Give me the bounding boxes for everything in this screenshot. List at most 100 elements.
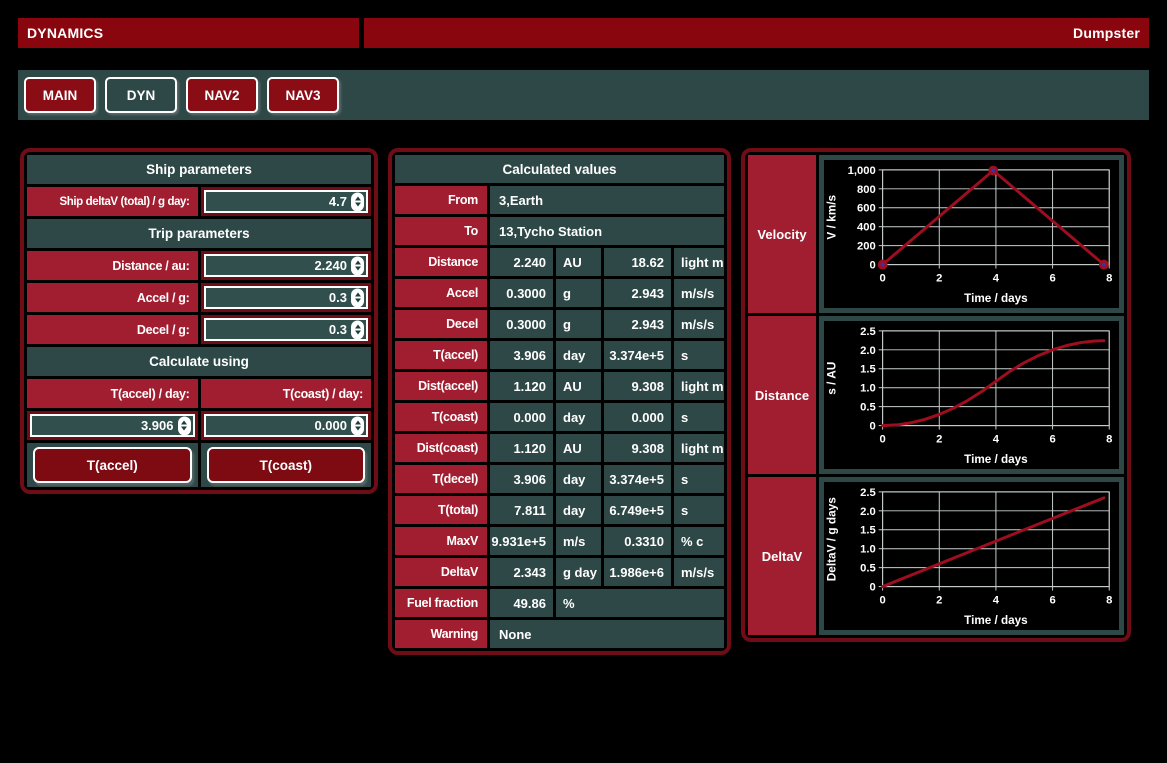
calc-cell: day [556,341,601,369]
decel-cell: 0.3 [201,315,372,344]
table-row: Accel0.3000g2.943m/s/s [395,279,724,307]
table-row: T(coast)0.000day0.000s [395,403,724,431]
svg-text:6: 6 [1049,594,1055,606]
spinner-icon[interactable] [351,288,364,307]
calc-cell: % c [674,527,724,555]
svg-text:6: 6 [1049,272,1055,284]
table-row: T(total)7.811day6.749e+5s [395,496,724,524]
tab-nav3[interactable]: NAV3 [267,77,339,113]
deltav-chart-cell: 0246800.51.01.52.02.5Time / daysDeltaV /… [819,477,1124,635]
taccel-button[interactable]: T(accel) [33,447,192,483]
calc-cell: 2.240 [490,248,553,276]
tab-nav2[interactable]: NAV2 [186,77,258,113]
svg-text:0: 0 [870,259,876,271]
distance-chart-cell: 0246800.51.01.52.02.5Time / dayss / AU [819,316,1124,474]
tcoast-value: 0.000 [314,418,347,433]
accel-input[interactable]: 0.3 [204,286,369,309]
calc-row-label: Dist(coast) [395,434,487,462]
calc-cell: g [556,310,601,338]
calc-cell: % [556,589,724,617]
svg-text:200: 200 [857,241,876,253]
calc-cell: 3.374e+5 [604,465,671,493]
tab-main[interactable]: MAIN [24,77,96,113]
calc-row-label: Dist(accel) [395,372,487,400]
svg-text:0: 0 [879,594,885,606]
spinner-icon[interactable] [351,320,364,339]
calc-row-label: T(decel) [395,465,487,493]
spinner-icon[interactable] [351,256,364,275]
distance-value: 2.240 [314,258,347,273]
calc-row-label: T(accel) [395,341,487,369]
charts-panel: Velocity0246802004006008001,000Time / da… [741,148,1131,642]
svg-text:2.5: 2.5 [860,326,876,338]
table-row: T(decel)3.906day3.374e+5s [395,465,724,493]
calc-cell: light min [674,372,724,400]
taccel-cell: 3.906 [27,411,198,440]
calc-cell: 6.749e+5 [604,496,671,524]
calc-cell: 3,Earth [490,186,724,214]
main-area: Ship parameters Ship deltaV (total) / g … [20,148,1149,655]
svg-text:600: 600 [857,203,876,215]
svg-text:6: 6 [1049,433,1055,445]
ship-parameters-header: Ship parameters [27,155,371,184]
svg-text:DeltaV / g days: DeltaV / g days [826,497,839,582]
calc-cell: 9.308 [604,434,671,462]
calculate-using-header: Calculate using [27,347,371,376]
calc-cell: m/s/s [674,558,724,586]
calc-cell: 0.000 [604,403,671,431]
table-row: DeltaV2.343g day1.986e+6m/s/s [395,558,724,586]
ship-deltav-input[interactable]: 4.7 [204,190,369,213]
table-row: To13,Tycho Station [395,217,724,245]
distance-input[interactable]: 2.240 [204,254,369,277]
ship-name: Dumpster [364,18,1149,48]
calc-cell: 7.811 [490,496,553,524]
calc-cell: 0.000 [490,403,553,431]
distance-chart-row: Distance0246800.51.01.52.02.5Time / days… [748,316,1124,474]
calc-cell: day [556,496,601,524]
calc-cell: 0.3000 [490,279,553,307]
tcoast-button[interactable]: T(coast) [207,447,366,483]
svg-text:0.5: 0.5 [860,563,876,575]
calc-cell: s [674,403,724,431]
calc-row-label: DeltaV [395,558,487,586]
tab-dyn[interactable]: DYN [105,77,177,113]
calc-cell: 9.308 [604,372,671,400]
tab-bar: MAINDYNNAV2NAV3 [18,70,1149,120]
svg-text:4: 4 [993,433,1000,445]
calc-row-label: Decel [395,310,487,338]
spinner-icon[interactable] [351,192,364,211]
svg-text:Time / days: Time / days [964,453,1028,466]
svg-text:400: 400 [857,222,876,234]
svg-text:2.0: 2.0 [860,345,876,357]
accel-value: 0.3 [329,290,347,305]
table-row: From3,Earth [395,186,724,214]
table-row: Distance2.240AU18.62light min [395,248,724,276]
calc-cell: light min [674,248,724,276]
spinner-icon[interactable] [351,416,364,435]
chart-row-label: DeltaV [748,477,816,635]
calculated-values-header: Calculated values [395,155,724,183]
calc-cell: day [556,465,601,493]
calc-cell: None [490,620,724,648]
calc-cell: m/s [556,527,601,555]
svg-text:1.5: 1.5 [860,525,876,537]
ship-deltav-value: 4.7 [329,194,347,209]
ship-parameters-panel: Ship parameters Ship deltaV (total) / g … [20,148,378,494]
calc-cell: 0.3310 [604,527,671,555]
velocity-chart-row: Velocity0246802004006008001,000Time / da… [748,155,1124,313]
svg-text:8: 8 [1106,594,1112,606]
taccel-input[interactable]: 3.906 [30,414,195,437]
svg-text:4: 4 [993,594,1000,606]
svg-text:4: 4 [993,272,1000,284]
calculated-values-panel: Calculated values From3,Earth To13,Tycho … [388,148,731,655]
calc-cell: 1.986e+6 [604,558,671,586]
decel-input[interactable]: 0.3 [204,318,369,341]
decel-value: 0.3 [329,322,347,337]
tcoast-input[interactable]: 0.000 [204,414,369,437]
deltav-chart-row: DeltaV0246800.51.01.52.02.5Time / daysDe… [748,477,1124,635]
calc-cell: 2.343 [490,558,553,586]
svg-text:Time / days: Time / days [964,614,1028,627]
calc-cell: g [556,279,601,307]
chart-row-label: Velocity [748,155,816,313]
spinner-icon[interactable] [178,416,191,435]
